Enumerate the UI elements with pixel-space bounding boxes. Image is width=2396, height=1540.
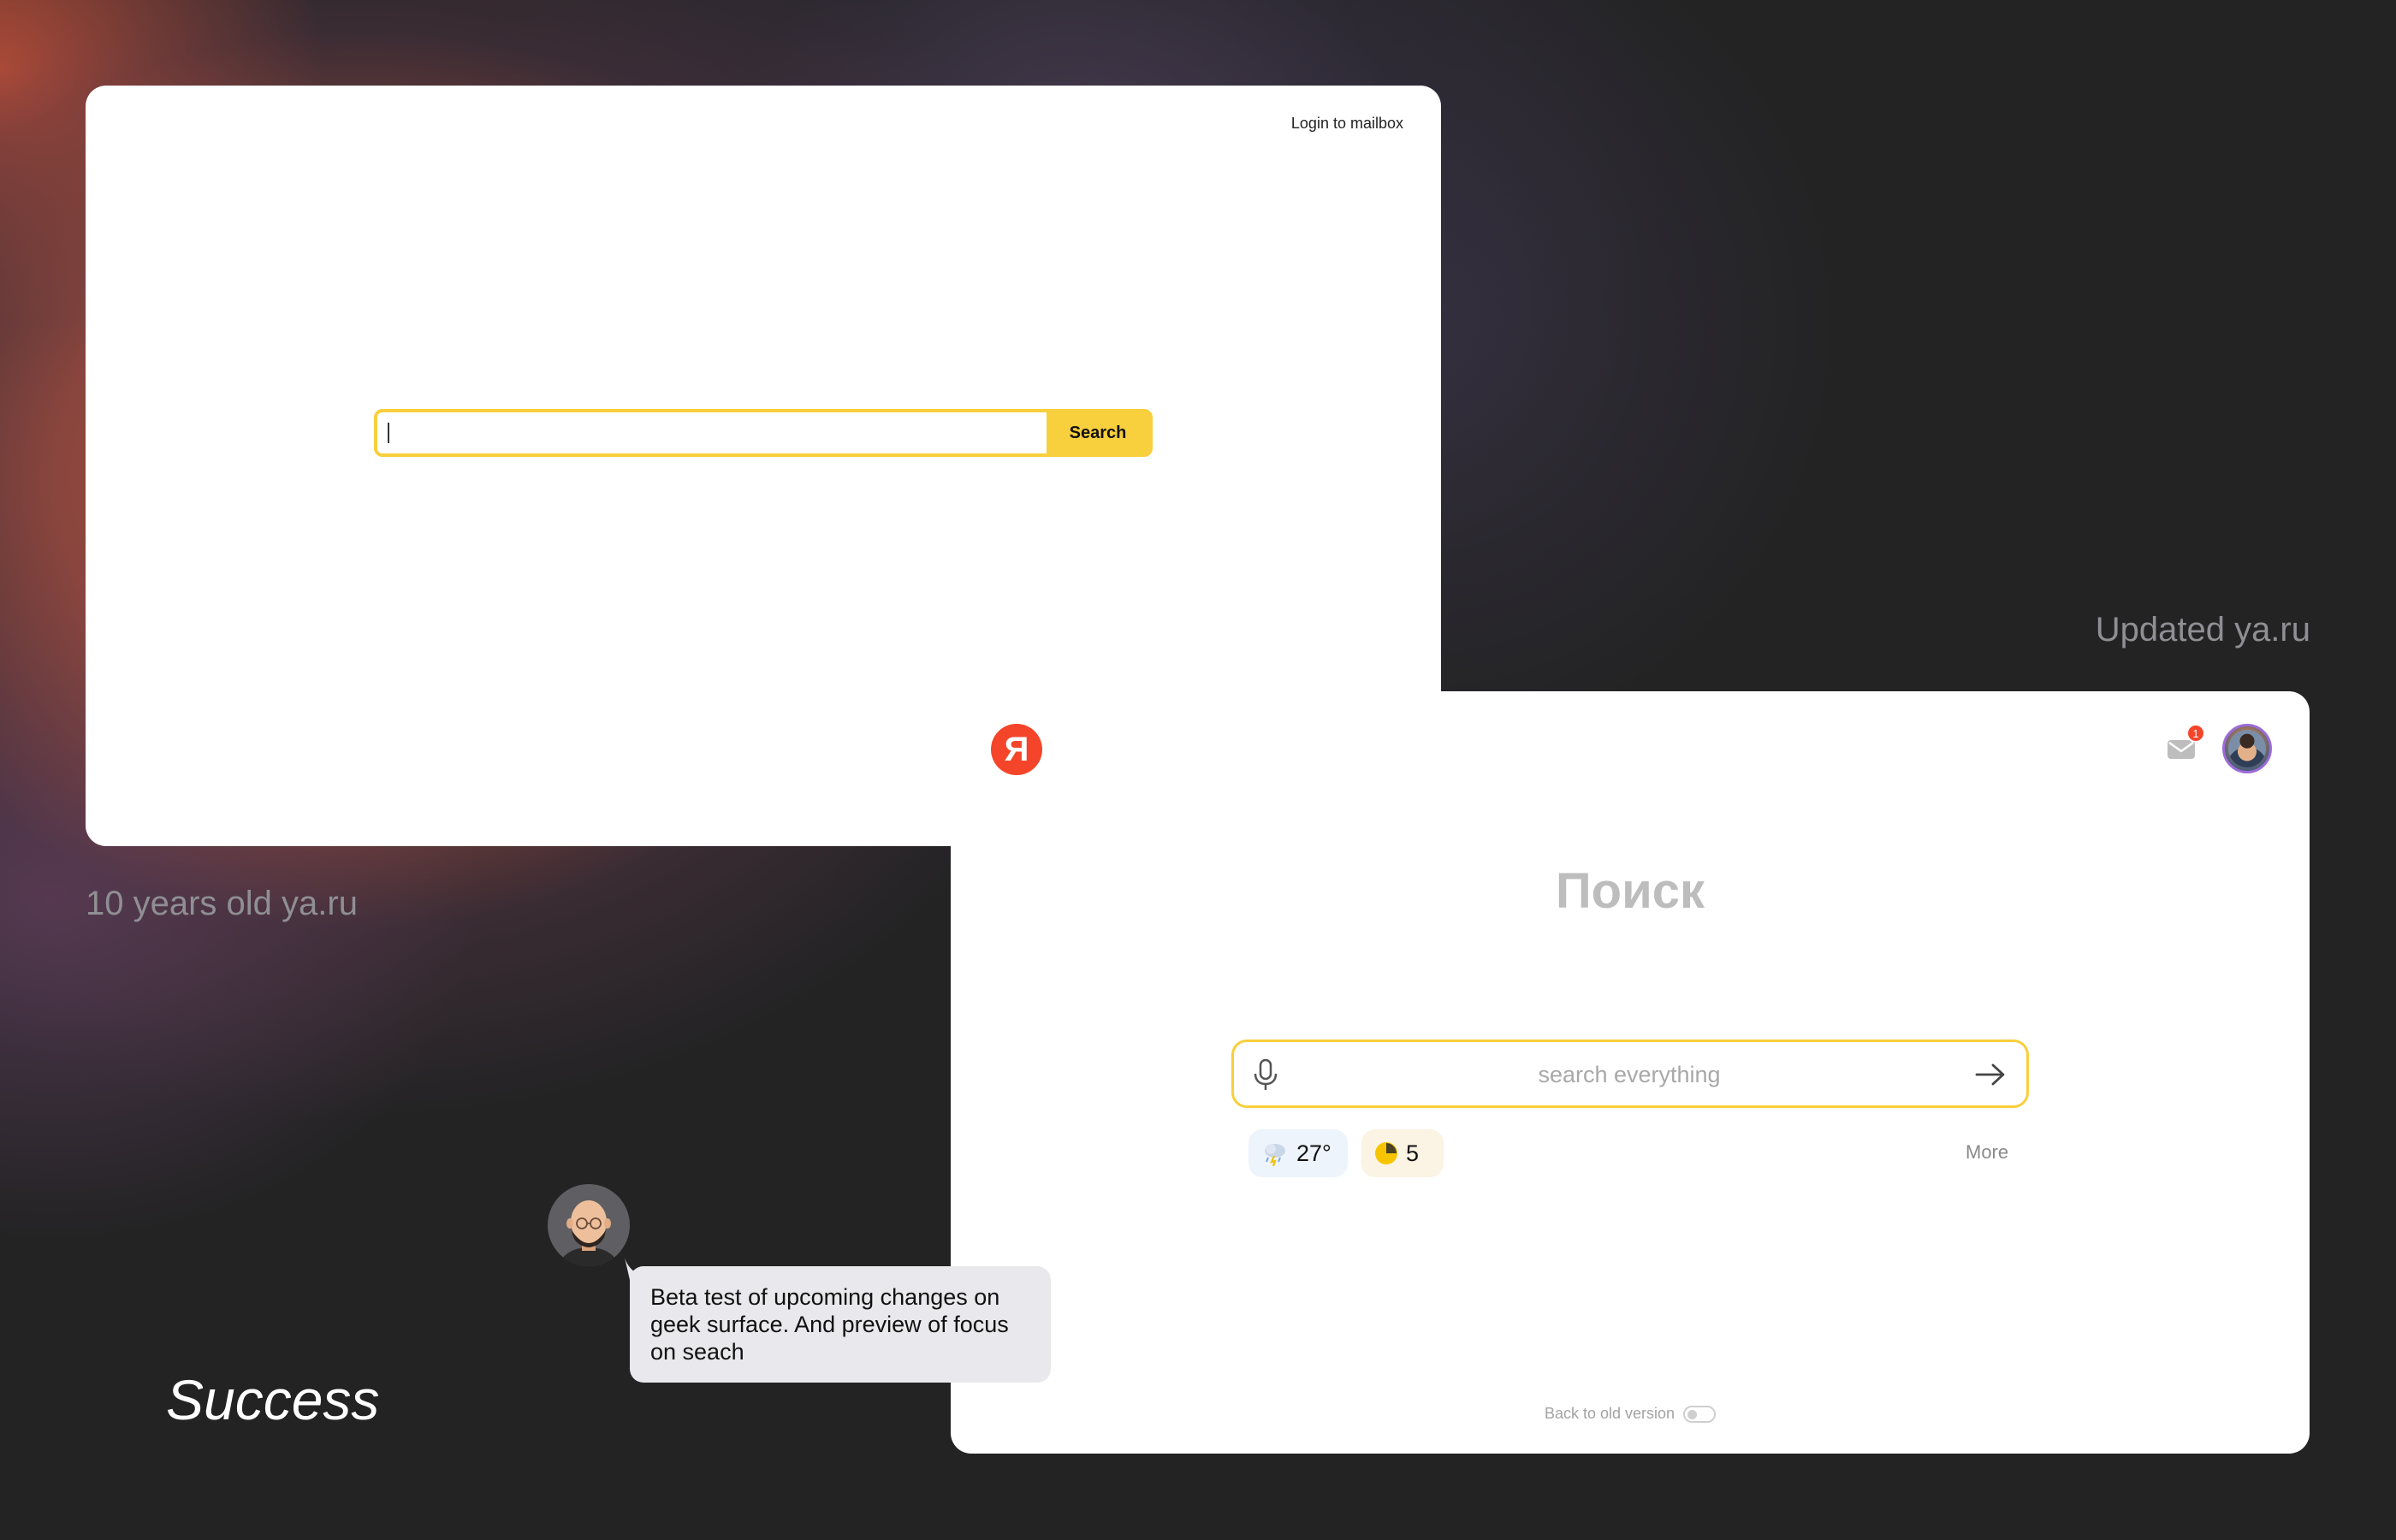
old-site-caption: 10 years old ya.ru	[86, 885, 358, 922]
commenter-avatar	[548, 1184, 630, 1266]
new-yaru-window: Я 1 Поиск 27°	[951, 691, 2310, 1454]
new-site-caption: Updated ya.ru	[2095, 611, 2310, 649]
more-link[interactable]: More	[1966, 1141, 2008, 1164]
comment-bubble: Beta test of upcoming changes on geek su…	[630, 1266, 1051, 1383]
back-to-old-label: Back to old version	[1544, 1405, 1675, 1422]
old-version-toggle[interactable]	[1683, 1405, 1717, 1423]
weather-temperature: 27°	[1296, 1140, 1331, 1166]
page-title: Поиск	[1555, 863, 1705, 919]
text-caret	[388, 423, 389, 443]
user-avatar[interactable]	[2222, 724, 2272, 773]
old-search-button[interactable]: Search	[1047, 412, 1149, 453]
weather-icon	[1265, 1144, 1285, 1167]
weather-chip[interactable]: 27°	[1248, 1129, 1348, 1177]
old-search-input[interactable]	[377, 412, 1047, 453]
search-bar	[1231, 1040, 2029, 1108]
traffic-icon	[1375, 1142, 1397, 1164]
traffic-chip[interactable]: 5	[1361, 1129, 1444, 1177]
back-to-old-version: Back to old version	[951, 1405, 2310, 1423]
arrow-right-icon[interactable]	[1973, 1059, 2008, 1090]
yandex-logo[interactable]: Я	[991, 724, 1042, 775]
traffic-score: 5	[1406, 1140, 1420, 1166]
mail-notification-badge: 1	[2186, 724, 2205, 743]
success-label: Success	[166, 1368, 380, 1431]
old-search-bar: Search	[374, 409, 1153, 457]
search-input[interactable]	[1302, 1042, 1956, 1107]
login-to-mailbox-link[interactable]: Login to mailbox	[1291, 115, 1403, 133]
mic-icon[interactable]	[1249, 1057, 1282, 1092]
